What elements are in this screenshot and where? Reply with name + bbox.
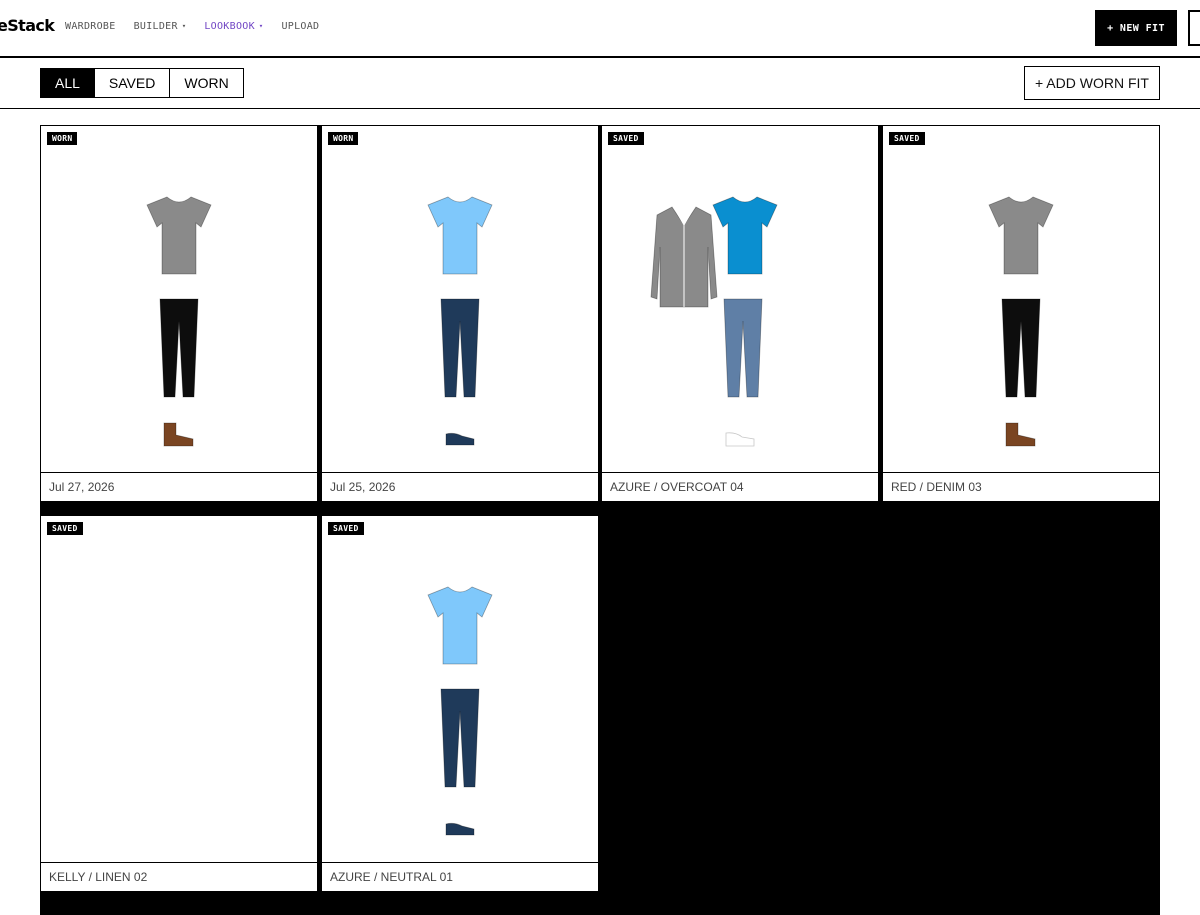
card-caption: AZURE / OVERCOAT 04 <box>602 472 878 501</box>
tee-garment <box>427 586 493 665</box>
boot-garment <box>163 422 194 447</box>
chevron-down-icon: ▾ <box>258 22 264 30</box>
nav-item-label: LOOKBOOK <box>204 21 255 32</box>
status-badge: SAVED <box>328 522 364 535</box>
main-nav: WARDROBE BUILDER ▾ LOOKBOOK ▾ UPLOAD <box>65 21 337 32</box>
outfit-preview <box>988 196 1054 447</box>
outfit-card[interactable]: SAVED KELLY / LINEN 02 <box>40 515 318 892</box>
boot-garment <box>1005 422 1036 447</box>
new-fit-button[interactable]: + NEW FIT <box>1095 10 1177 46</box>
pants-garment <box>440 298 480 398</box>
outfit-card[interactable]: SAVED AZURE / NEUTRAL 01 <box>321 515 599 892</box>
card-caption: KELLY / LINEN 02 <box>41 862 317 891</box>
outfit-card[interactable]: WORN Jul 27, 2026 <box>40 125 318 502</box>
status-badge: SAVED <box>889 132 925 145</box>
shoe-garment <box>445 432 475 446</box>
app-logo[interactable]: eStack <box>0 16 55 35</box>
shoe-garment <box>445 822 475 836</box>
outfit-preview <box>146 196 212 447</box>
tab-saved[interactable]: SAVED <box>94 69 171 97</box>
pants-garment <box>723 298 763 398</box>
chevron-down-icon: ▾ <box>181 22 187 30</box>
status-badge: WORN <box>47 132 78 145</box>
pants-garment <box>159 298 199 398</box>
nav-item-builder[interactable]: BUILDER ▾ <box>134 21 187 32</box>
filter-tabs: ALL SAVED WORN <box>40 68 244 98</box>
outfit-card[interactable]: SAVED RED / DENIM 03 <box>882 125 1160 502</box>
nav-item-lookbook[interactable]: LOOKBOOK ▾ <box>204 21 263 32</box>
status-badge: SAVED <box>47 522 83 535</box>
status-badge: SAVED <box>608 132 644 145</box>
pants-garment <box>1001 298 1041 398</box>
tab-all[interactable]: ALL <box>41 69 95 97</box>
outfit-card[interactable]: SAVED AZURE / OVERCOAT 04 <box>601 125 879 502</box>
tee-garment <box>427 196 493 275</box>
add-worn-fit-button[interactable]: + ADD WORN FIT <box>1024 66 1160 100</box>
top-navigation-bar: eStack WARDROBE BUILDER ▾ LOOKBOOK ▾ UPLOA… <box>0 0 1200 58</box>
account-button[interactable] <box>1188 10 1200 46</box>
card-caption: AZURE / NEUTRAL 01 <box>322 862 598 891</box>
nav-item-wardrobe[interactable]: WARDROBE <box>65 21 116 32</box>
nav-item-upload[interactable]: UPLOAD <box>281 21 319 32</box>
nav-item-label: BUILDER <box>133 21 178 32</box>
nav-item-label: UPLOAD <box>281 21 320 32</box>
card-caption: RED / DENIM 03 <box>883 472 1159 501</box>
tab-worn[interactable]: WORN <box>170 69 243 97</box>
outfit-preview <box>650 196 778 447</box>
tee-garment <box>988 196 1054 275</box>
sneaker-garment <box>725 432 755 447</box>
outfit-card[interactable]: WORN Jul 25, 2026 <box>321 125 599 502</box>
tee-garment <box>712 196 778 275</box>
pants-garment <box>440 688 480 788</box>
card-caption: Jul 27, 2026 <box>41 472 317 501</box>
outfit-preview <box>427 586 493 836</box>
outfit-preview <box>41 516 317 862</box>
tee-garment <box>146 196 212 275</box>
filter-bar: ALL SAVED WORN + ADD WORN FIT <box>0 58 1200 109</box>
outfit-preview <box>427 196 493 446</box>
lookbook-grid: WORN Jul 27, 2026 WORN Jul 25, 2026 SAVE… <box>40 125 1160 915</box>
nav-item-label: WARDROBE <box>65 21 116 32</box>
card-caption: Jul 25, 2026 <box>322 472 598 501</box>
status-badge: WORN <box>328 132 359 145</box>
